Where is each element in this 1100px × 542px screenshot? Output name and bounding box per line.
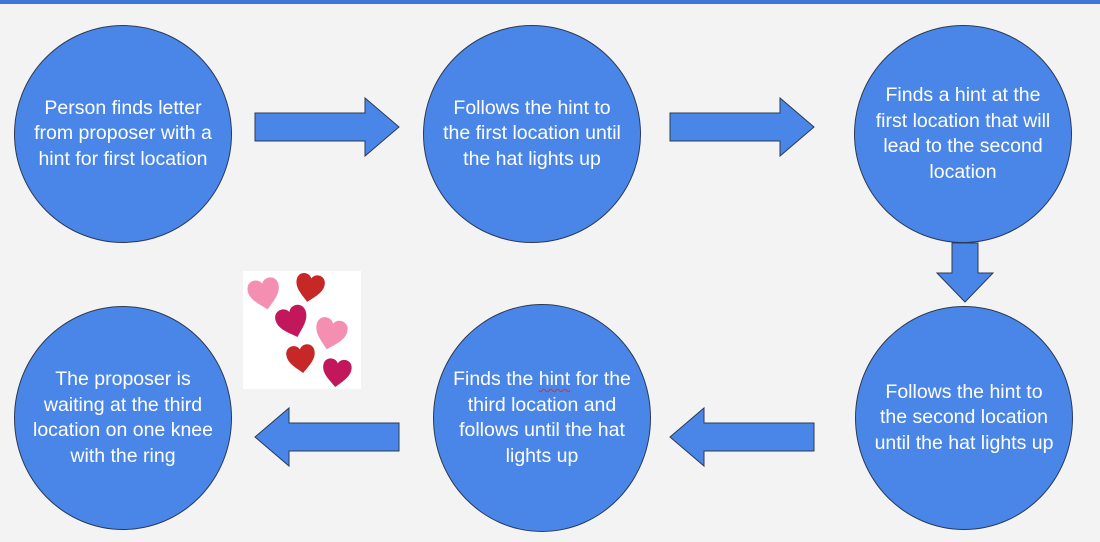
heart-icon bbox=[245, 275, 284, 313]
heart-icon bbox=[272, 302, 313, 342]
hearts-clipart-icon bbox=[243, 271, 361, 389]
step-1-text: Person finds letter from proposer with a… bbox=[34, 96, 212, 170]
top-accent-bar bbox=[0, 0, 1100, 4]
step-5-circle: Finds the hint for the third location an… bbox=[433, 304, 651, 532]
step-1-circle: Person finds letter from proposer with a… bbox=[14, 25, 232, 243]
arrow-left-icon bbox=[254, 406, 400, 468]
heart-icon bbox=[321, 357, 353, 389]
spellcheck-flagged-word[interactable]: hint bbox=[539, 368, 570, 390]
step-4-circle: Follows the hint to the second location … bbox=[855, 306, 1073, 530]
step-3-circle: Finds a hint at the first location that … bbox=[854, 25, 1072, 243]
heart-icon bbox=[293, 271, 327, 305]
heart-icon bbox=[285, 343, 318, 375]
arrow-right-icon bbox=[669, 96, 815, 158]
step-6-text: The proposer is waiting at the third loc… bbox=[33, 368, 213, 467]
heart-icon bbox=[311, 315, 350, 354]
arrow-right-icon bbox=[254, 96, 400, 158]
step-2-circle: Follows the hint to the first location u… bbox=[423, 25, 641, 243]
arrow-down-icon bbox=[935, 242, 995, 303]
step-5-text: Finds the hint for the third location an… bbox=[453, 368, 631, 467]
step-2-text: Follows the hint to the first location u… bbox=[443, 96, 621, 170]
step-4-text: Follows the hint to the second location … bbox=[874, 380, 1054, 454]
step-3-text: Finds a hint at the first location that … bbox=[875, 84, 1051, 183]
step-6-circle: The proposer is waiting at the third loc… bbox=[14, 306, 232, 530]
arrow-left-icon bbox=[669, 406, 815, 468]
